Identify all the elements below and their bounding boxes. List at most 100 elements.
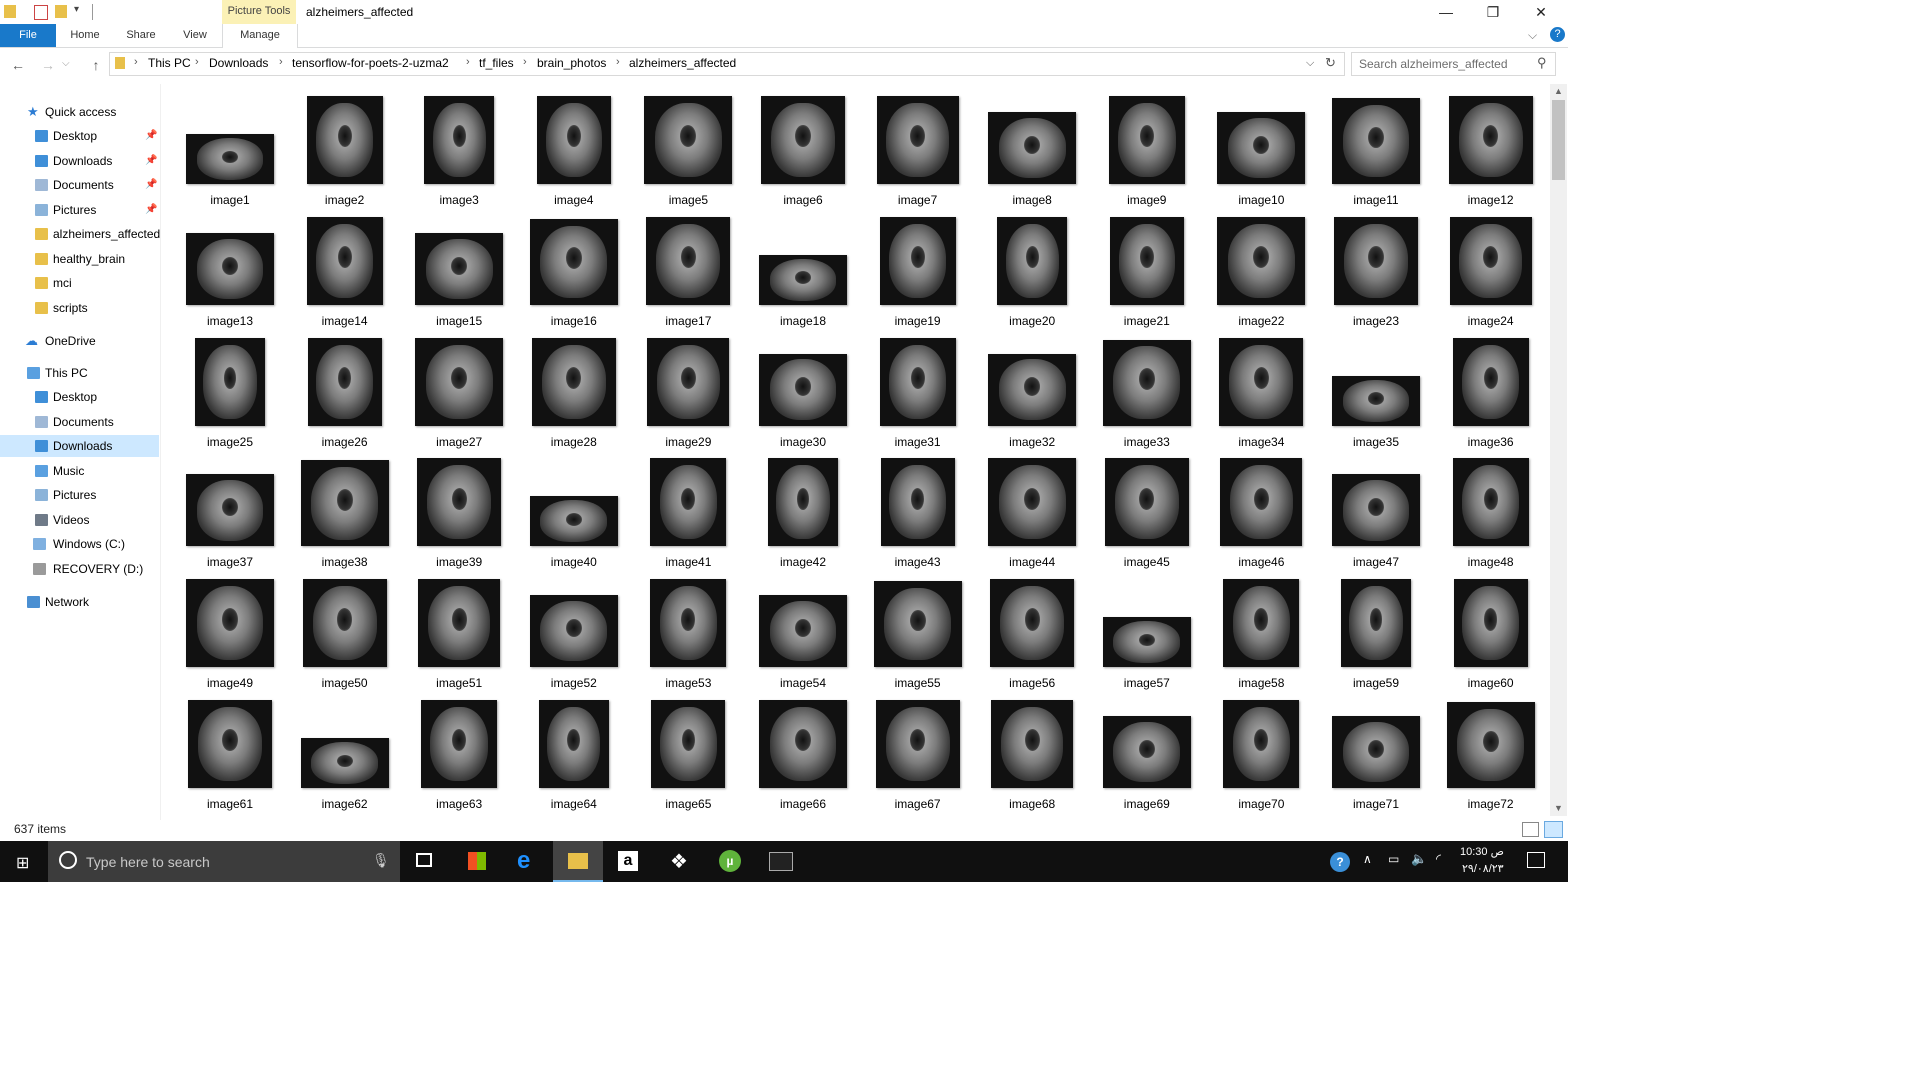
file-thumbnail[interactable]: image50 [289,575,401,693]
file-thumbnail[interactable]: image42 [747,454,859,572]
file-thumbnail[interactable]: image39 [403,454,515,572]
tab-share[interactable]: Share [114,24,168,47]
file-thumbnail[interactable]: image72 [1435,696,1544,812]
search-icon[interactable]: ⚲ [1537,55,1547,71]
file-thumbnail[interactable]: image37 [174,454,286,572]
breadcrumb-downloads[interactable]: Downloads [209,56,268,70]
file-thumbnail[interactable]: image68 [976,696,1088,812]
nav-item-alzheimers-affected[interactable]: alzheimers_affected [0,223,160,245]
pin-icon[interactable]: 📌 [145,125,157,147]
back-button[interactable]: ← [8,56,28,74]
scrollbar-thumb[interactable] [1552,100,1565,180]
file-thumbnail[interactable]: image40 [518,454,630,572]
breadcrumb-brain-photos[interactable]: brain_photos [537,56,606,70]
close-button[interactable]: ✕ [1518,0,1564,24]
file-explorer-button[interactable] [553,841,603,882]
file-thumbnail[interactable]: image55 [862,575,974,693]
dropbox-button[interactable]: ❖ [655,841,705,882]
file-thumbnail[interactable]: image21 [1091,213,1203,331]
nav-pc-recovery-d[interactable]: RECOVERY (D:) [0,558,159,580]
file-thumbnail[interactable]: image41 [632,454,744,572]
nav-pc-documents[interactable]: Documents [0,411,159,433]
file-thumbnail[interactable]: image28 [518,334,630,452]
file-thumbnail[interactable]: image36 [1435,334,1544,452]
file-thumbnail[interactable]: image35 [1320,334,1432,452]
tab-view[interactable]: View [170,24,220,47]
battery-icon[interactable]: ▭ [1388,852,1399,866]
edge-button[interactable]: e [503,841,553,882]
file-thumbnail[interactable]: image51 [403,575,515,693]
expand-ribbon-icon[interactable]: ⌵ [1528,28,1537,43]
file-thumbnail[interactable]: image9 [1091,92,1203,210]
up-button[interactable]: ↑ [86,56,106,74]
details-view-icon[interactable] [1522,822,1539,837]
file-thumbnail[interactable]: image18 [747,213,859,331]
file-thumbnail[interactable]: image31 [862,334,974,452]
breadcrumb-separator[interactable]: › [195,56,199,68]
file-thumbnail[interactable]: image6 [747,92,859,210]
file-thumbnail[interactable]: image25 [174,334,286,452]
breadcrumb-separator[interactable]: › [466,56,470,68]
file-thumbnail[interactable]: image71 [1320,696,1432,812]
vertical-scrollbar[interactable] [1550,84,1567,816]
nav-pc-windows-c[interactable]: Windows (C:) [0,533,159,555]
address-dropdown-icon[interactable]: ⌵ [1306,57,1314,70]
file-thumbnail[interactable]: image46 [1205,454,1317,572]
nav-this-pc[interactable]: This PC [0,362,159,384]
notifications-icon[interactable] [1527,852,1545,868]
file-thumbnail[interactable]: image26 [289,334,401,452]
nav-item-healthy-brain[interactable]: healthy_brain [0,248,159,270]
help-icon[interactable]: ? [1550,27,1565,42]
file-thumbnail[interactable]: image29 [632,334,744,452]
nav-quick-access[interactable]: ★ Quick access [0,101,159,123]
file-thumbnail[interactable]: image44 [976,454,1088,572]
file-thumbnail[interactable]: image52 [518,575,630,693]
nav-item-scripts[interactable]: scripts [0,297,159,319]
nav-pc-music[interactable]: Music [0,460,159,482]
file-thumbnail[interactable]: image43 [862,454,974,572]
file-thumbnail[interactable]: image69 [1091,696,1203,812]
breadcrumb-separator[interactable]: › [134,56,138,68]
file-thumbnail[interactable]: image13 [174,213,286,331]
file-thumbnail[interactable]: image5 [632,92,744,210]
nav-item-pictures[interactable]: Pictures 📌 [0,199,159,221]
file-thumbnail[interactable]: image7 [862,92,974,210]
file-thumbnail[interactable]: image65 [632,696,744,812]
windows-start-icon[interactable]: ⊞ [16,853,29,873]
nav-item-desktop[interactable]: Desktop 📌 [0,125,159,147]
file-thumbnail[interactable]: image59 [1320,575,1432,693]
file-thumbnail[interactable]: image19 [862,213,974,331]
tab-manage[interactable]: Manage [222,24,298,48]
wifi-icon[interactable]: ◜ [1436,851,1441,867]
refresh-icon[interactable]: ↻ [1325,55,1336,71]
breadcrumb-tensorflow[interactable]: tensorflow-for-poets-2-uzma2 [292,56,449,70]
nav-pc-videos[interactable]: Videos [0,509,159,531]
file-thumbnail[interactable]: image45 [1091,454,1203,572]
nav-pc-downloads[interactable]: Downloads [0,435,159,457]
store-button[interactable] [452,841,502,882]
file-thumbnail[interactable]: image67 [862,696,974,812]
file-thumbnail[interactable]: image22 [1205,213,1317,331]
file-thumbnail[interactable]: image33 [1091,334,1203,452]
file-thumbnail[interactable]: image24 [1435,213,1544,331]
pin-icon[interactable]: 📌 [145,174,157,196]
file-thumbnail[interactable]: image15 [403,213,515,331]
file-thumbnail[interactable]: image54 [747,575,859,693]
file-thumbnail[interactable]: image30 [747,334,859,452]
scroll-down-icon[interactable]: ▼ [1554,803,1563,813]
file-thumbnail[interactable]: image63 [403,696,515,812]
nav-network[interactable]: Network [0,591,159,613]
nav-item-documents[interactable]: Documents 📌 [0,174,159,196]
file-thumbnail[interactable]: image53 [632,575,744,693]
nav-pc-pictures[interactable]: Pictures [0,484,159,506]
nav-item-mci[interactable]: mci [0,272,159,294]
file-thumbnail[interactable]: image58 [1205,575,1317,693]
task-view-button[interactable] [400,841,450,882]
forward-button[interactable]: → [38,56,58,74]
properties-icon[interactable] [34,5,48,20]
file-thumbnail[interactable]: image11 [1320,92,1432,210]
file-thumbnail[interactable]: image8 [976,92,1088,210]
file-thumbnail[interactable]: image49 [174,575,286,693]
help-tray-icon[interactable]: ? [1330,852,1350,872]
breadcrumb-tf-files[interactable]: tf_files [479,56,514,70]
